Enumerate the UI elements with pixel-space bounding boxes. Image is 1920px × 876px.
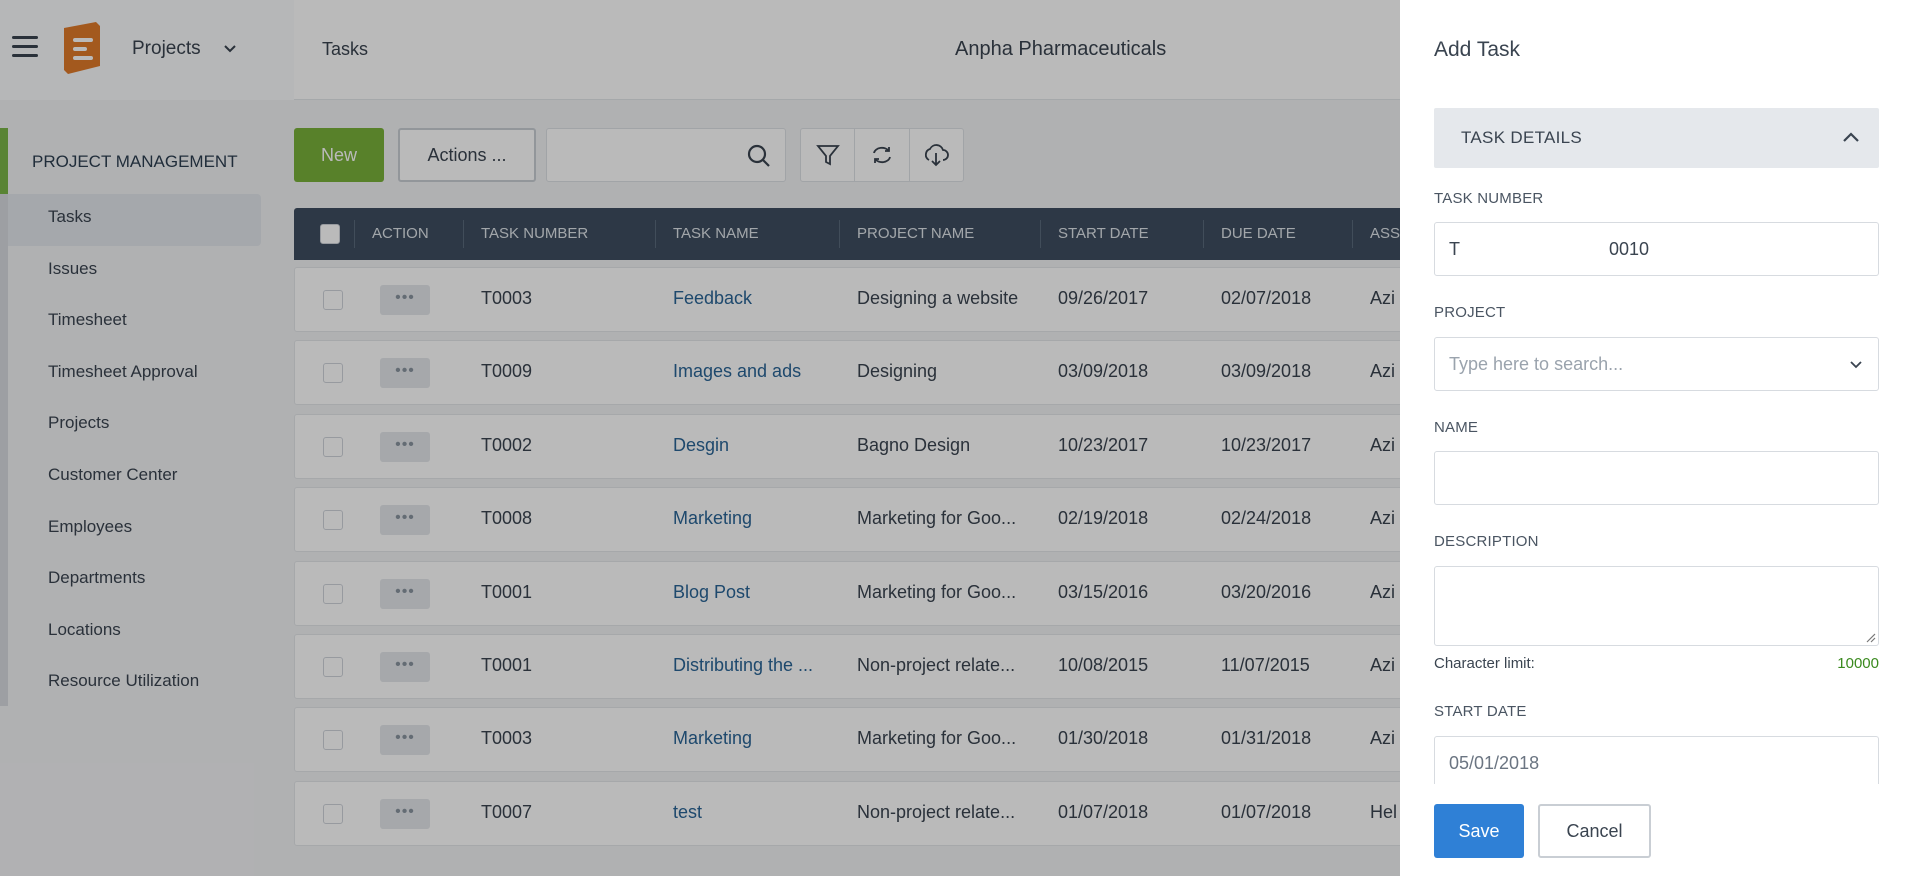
chevron-up-icon xyxy=(1843,132,1859,142)
project-placeholder: Type here to search... xyxy=(1449,354,1624,374)
start-date-label: START DATE xyxy=(1434,703,1527,720)
panel-title: Add Task xyxy=(1434,38,1520,61)
project-label: PROJECT xyxy=(1434,304,1506,321)
modal-backdrop[interactable] xyxy=(0,0,1400,876)
name-field[interactable] xyxy=(1434,451,1879,505)
char-limit-value: 10000 xyxy=(1837,655,1879,672)
add-task-panel: Add Task TASK DETAILS TASK NUMBER T 0010… xyxy=(1400,0,1920,876)
resize-handle-icon[interactable] xyxy=(1864,631,1876,643)
task-number-field[interactable]: 0010 xyxy=(1595,222,1879,276)
char-limit-label: Character limit: xyxy=(1434,655,1535,672)
project-select[interactable]: Type here to search... xyxy=(1434,337,1879,391)
chevron-down-icon xyxy=(1850,361,1862,369)
section-label: TASK DETAILS xyxy=(1461,128,1583,147)
task-prefix-field[interactable]: T xyxy=(1434,222,1596,276)
description-field[interactable] xyxy=(1434,566,1879,646)
cancel-button[interactable]: Cancel xyxy=(1538,804,1651,858)
name-label: NAME xyxy=(1434,419,1479,436)
task-details-section-toggle[interactable]: TASK DETAILS xyxy=(1434,108,1879,168)
start-date-field[interactable]: 05/01/2018 xyxy=(1434,736,1879,784)
description-label: DESCRIPTION xyxy=(1434,533,1539,550)
panel-footer: Save Cancel xyxy=(1400,784,1920,876)
task-number-label: TASK NUMBER xyxy=(1434,190,1544,207)
save-button[interactable]: Save xyxy=(1434,804,1524,858)
